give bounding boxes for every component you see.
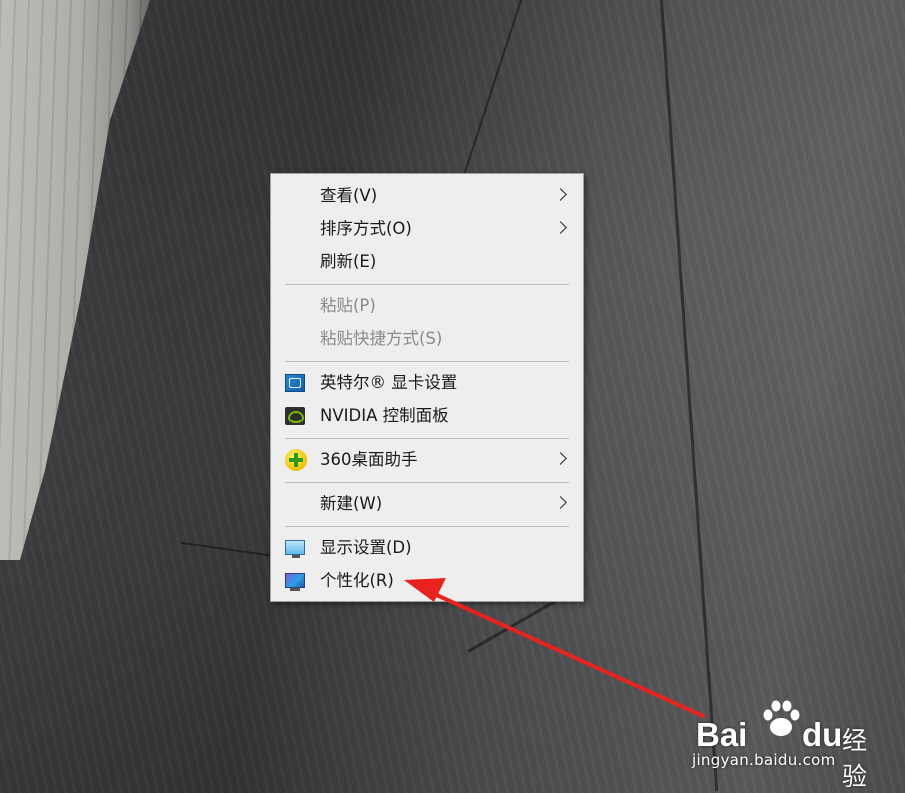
- watermark-brand-suffix: 经验: [842, 726, 868, 791]
- arrow-shaft: [428, 590, 705, 718]
- watermark-url: jingyan.baidu.com: [692, 751, 836, 769]
- annotation-arrow: [404, 578, 705, 718]
- watermark-logo-text: Bai: [696, 716, 748, 753]
- watermark-logo-text: du: [802, 716, 843, 753]
- baidu-jingyan-watermark: Bai du 经验 jingyan.baidu.com: [690, 690, 890, 791]
- baidu-paw-icon: [763, 700, 800, 736]
